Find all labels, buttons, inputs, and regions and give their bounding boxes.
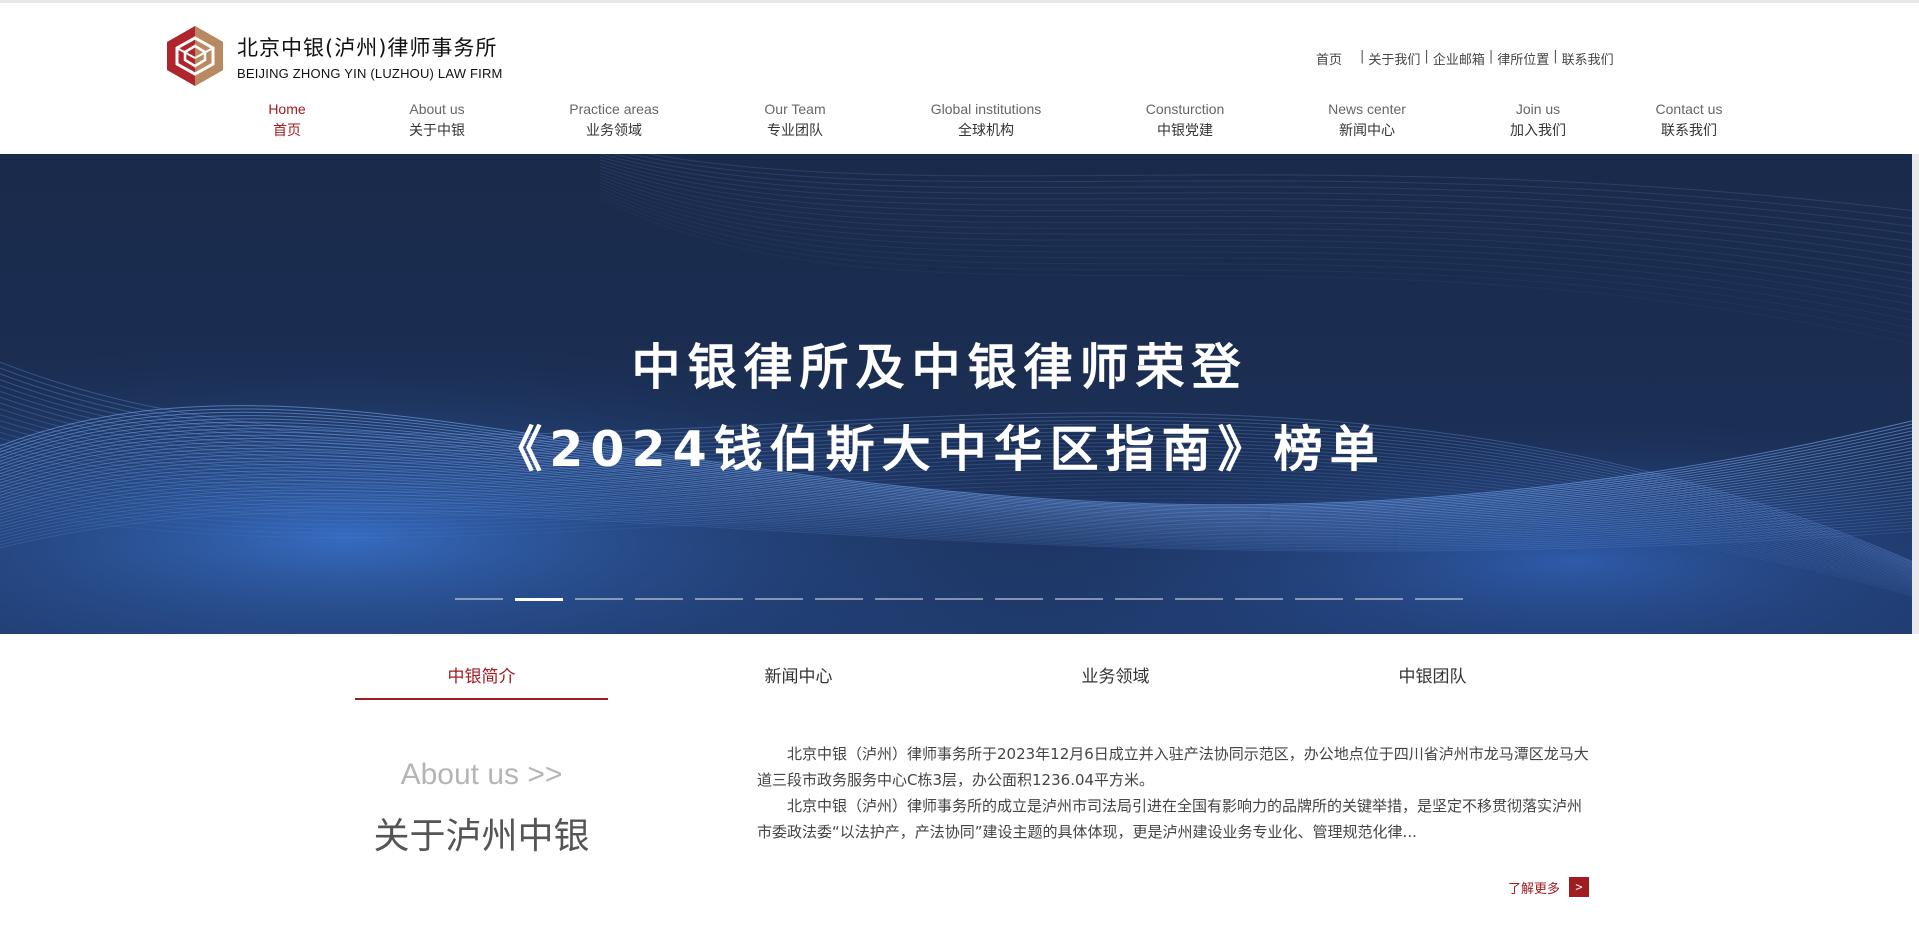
nav-item-global[interactable]: Global institutions 全球机构 (931, 101, 1042, 140)
toplink-email[interactable]: 企业邮箱 (1433, 49, 1485, 68)
toplink-contact[interactable]: 联系我们 (1562, 49, 1614, 68)
nav-item-join[interactable]: Join us 加入我们 (1510, 101, 1566, 140)
toplink-home[interactable]: 首页 (1316, 49, 1342, 68)
nav-item-cn-label: 联系我们 (1661, 123, 1717, 139)
about-chinese-title: 关于泸州中银 (373, 816, 590, 857)
page-scrollbar[interactable] (1912, 154, 1919, 634)
tab-intro[interactable]: 中银简介 (355, 654, 608, 700)
carousel-dot[interactable] (995, 598, 1043, 600)
nav-item-about[interactable]: About us 关于中银 (409, 101, 465, 140)
nav-item-construction[interactable]: Consturction 中银党建 (1146, 101, 1225, 140)
top-links: 首页 | 关于我们 | 企业邮箱 | 律所位置 | 联系我们 (1316, 49, 1614, 68)
about-paragraph: 北京中银（泸州）律师事务所于2023年12月6日成立并入驻产法协同示范区，办公地… (757, 745, 1589, 789)
nav-item-cn-label: 业务领域 (585, 123, 642, 139)
nav-item-cn-label: 中银党建 (1157, 123, 1213, 139)
tab-label: 业务领域 (1081, 667, 1150, 687)
toplink-about[interactable]: 关于我们 (1368, 49, 1420, 68)
carousel-dot[interactable] (1235, 598, 1283, 600)
nav-item-en-label: Join us (1515, 101, 1561, 117)
carousel-dot[interactable] (695, 598, 743, 600)
nav-item-en-label: About us (409, 101, 465, 117)
carousel-dot[interactable] (755, 598, 803, 600)
section-tabs: 中银简介 新闻中心 业务领域 中银团队 (355, 654, 1635, 700)
carousel-dot[interactable] (1415, 598, 1463, 600)
hero-banner[interactable]: 中银律所及中银律师荣登 《2024钱伯斯大中华区指南》榜单 (0, 154, 1919, 634)
nav-item-cn-label: 专业团队 (767, 123, 823, 139)
carousel-dot[interactable] (815, 598, 863, 600)
tab-practice[interactable]: 业务领域 (989, 654, 1242, 700)
nav-item-team[interactable]: Our Team 专业团队 (764, 101, 825, 140)
nav-item-en-label: Contact us (1655, 101, 1723, 117)
carousel-dot[interactable] (515, 597, 563, 601)
tab-label: 中银团队 (1398, 667, 1467, 687)
about-description: 北京中银（泸州）律师事务所于2023年12月6日成立并入驻产法协同示范区，办公地… (757, 741, 1592, 845)
carousel-dot[interactable] (1115, 598, 1163, 600)
about-paragraph: 北京中银（泸州）律师事务所的成立是泸州市司法局引进在全国有影响力的品牌所的关键举… (757, 797, 1583, 841)
banner-headline-line2: 《2024钱伯斯大中华区指南》榜单 (493, 421, 1386, 478)
nav-item-en-label: Global institutions (930, 101, 1042, 117)
carousel-dot[interactable] (1175, 598, 1223, 600)
carousel-dot[interactable] (455, 598, 503, 600)
nav-item-en-label: News center (1328, 101, 1406, 117)
nav-item-cn-label: 首页 (272, 123, 301, 139)
read-more-button[interactable]: 了解更多 > (1508, 877, 1590, 897)
carousel-dot[interactable] (935, 598, 983, 600)
logo-mark-icon (167, 26, 223, 86)
carousel-dot[interactable] (1295, 598, 1343, 600)
nav-item-en-label: Consturction (1145, 101, 1225, 117)
nav-item-cn-label: 加入我们 (1510, 123, 1566, 139)
nav-item-en-label: Practice areas (569, 101, 659, 117)
tab-news[interactable]: 新闻中心 (672, 654, 925, 700)
carousel-dot[interactable] (875, 598, 923, 600)
site-logo[interactable]: 北京中银(泸州)律师事务所 BEIJING ZHONG YIN (LUZHOU)… (165, 23, 535, 89)
nav-item-en-label: Our Team (764, 101, 826, 117)
nav-item-contact[interactable]: Contact us 联系我们 (1656, 101, 1723, 140)
carousel-dot[interactable] (635, 598, 683, 600)
tab-label: 新闻中心 (764, 667, 833, 687)
site-header: 北京中银(泸州)律师事务所 BEIJING ZHONG YIN (LUZHOU)… (0, 3, 1919, 154)
nav-item-news[interactable]: News center 新闻中心 (1328, 101, 1406, 140)
banner-headline-line1: 中银律所及中银律师荣登 (631, 339, 1248, 396)
nav-item-practice[interactable]: Practice areas 业务领域 (569, 101, 658, 140)
toplink-location[interactable]: 律所位置 (1497, 49, 1549, 68)
carousel-indicators (455, 597, 1475, 601)
carousel-dot[interactable] (1355, 598, 1403, 600)
nav-item-home[interactable]: Home 首页 (268, 101, 305, 140)
main-nav: Home 首页 About us 关于中银 Practice areas 业务领… (0, 101, 1919, 141)
nav-item-en-label: Home (268, 101, 306, 117)
read-more-label: 了解更多 (1508, 881, 1561, 897)
nav-item-cn-label: 新闻中心 (1339, 123, 1395, 139)
logo-chinese-name: 北京中银(泸州)律师事务所 (237, 35, 498, 60)
carousel-dot[interactable] (575, 598, 623, 600)
arrow-right-icon: > (1569, 877, 1590, 897)
nav-item-cn-label: 关于中银 (409, 123, 465, 139)
about-english-link[interactable]: About us >> (355, 758, 608, 792)
carousel-dot[interactable] (1055, 598, 1103, 600)
logo-english-name: BEIJING ZHONG YIN (LUZHOU) LAW FIRM (237, 65, 503, 81)
tab-label: 中银简介 (447, 667, 516, 687)
tab-team[interactable]: 中银团队 (1306, 654, 1559, 700)
nav-item-cn-label: 全球机构 (957, 123, 1014, 139)
